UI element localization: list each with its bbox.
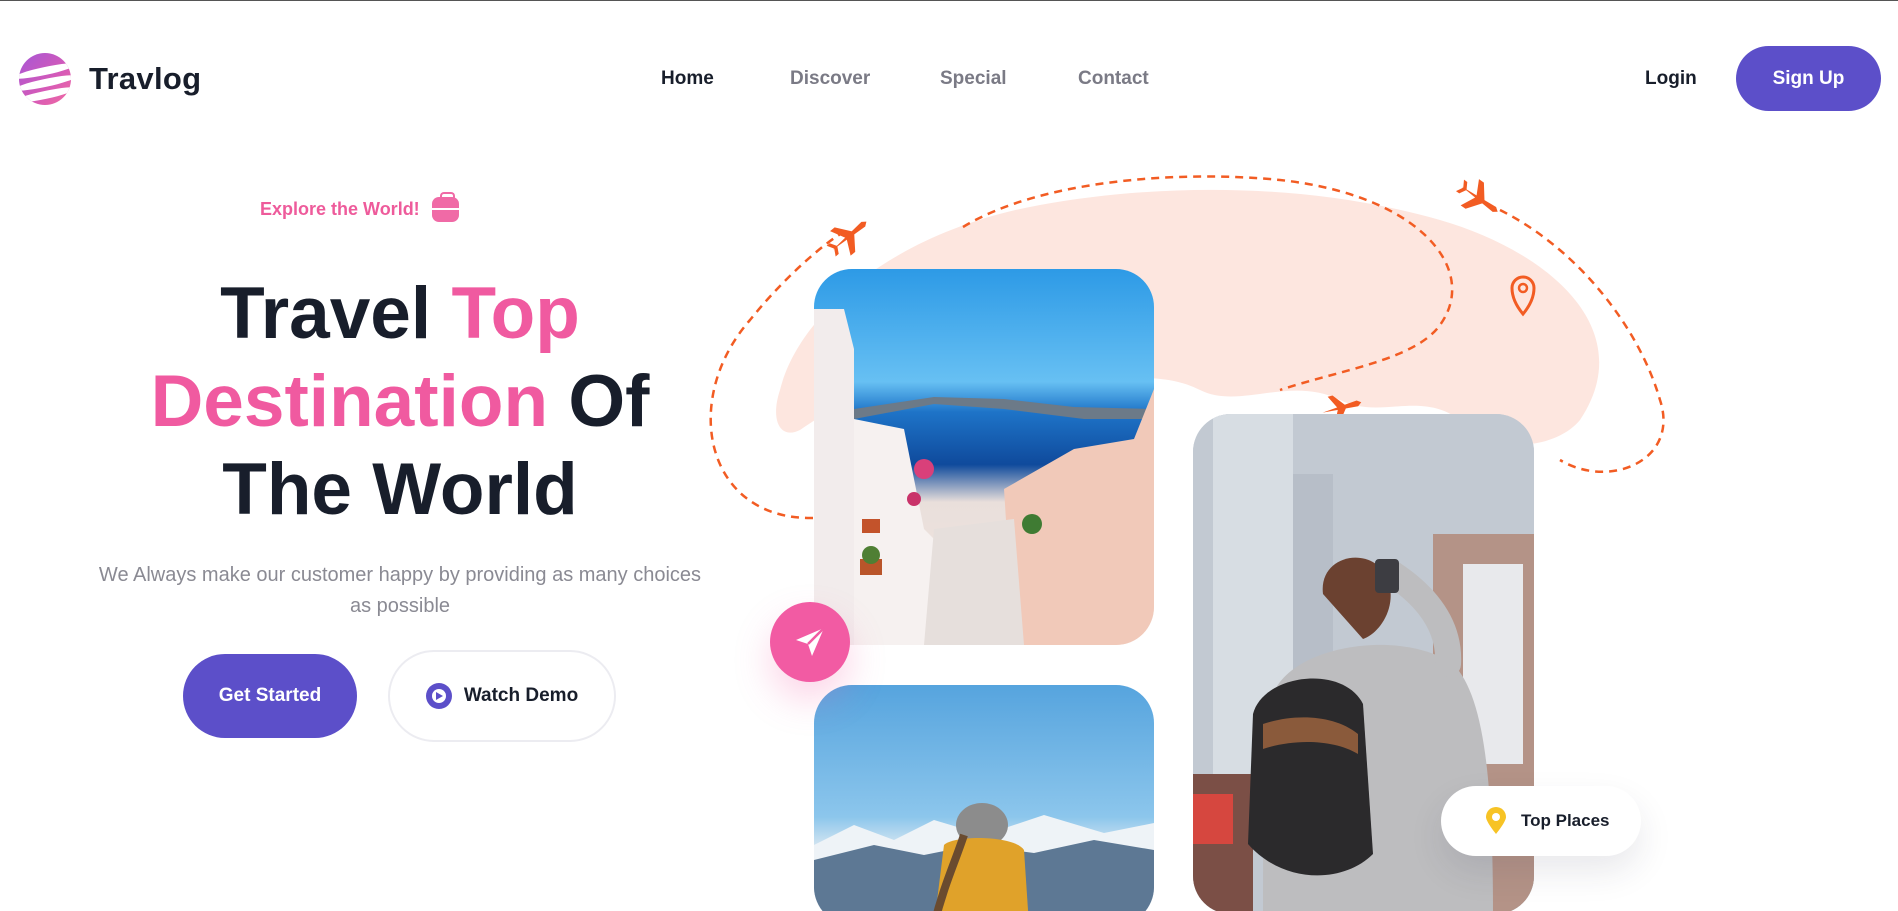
briefcase-icon: [431, 192, 459, 222]
paper-plane-icon: [796, 627, 825, 656]
watch-demo-label: Watch Demo: [463, 685, 579, 706]
headline-word-travel: Travel: [220, 273, 432, 354]
hero-tagline: Explore the World!: [260, 192, 459, 222]
top-places-label: Top Places: [1521, 811, 1610, 830]
hero-headline: Travel Top Destination Of The World: [100, 270, 700, 534]
headline-word-top: Top: [451, 273, 580, 354]
watch-demo-button[interactable]: Watch Demo: [388, 650, 616, 742]
nav-item-special[interactable]: Special: [940, 68, 1007, 90]
santorini-stairs-photo: [814, 269, 1154, 645]
tagline-text: Explore the World!: [260, 199, 420, 219]
send-button[interactable]: [770, 602, 850, 682]
top-places-badge[interactable]: Top Places: [1441, 786, 1641, 856]
location-pin-icon: [1486, 807, 1506, 834]
headline-word-destination: Destination: [150, 361, 549, 442]
airplane-icon: [1455, 179, 1498, 212]
hero-subtitle: We Always make our customer happy by pro…: [98, 564, 702, 617]
mountain-traveler-photo: [814, 685, 1154, 911]
airplane-icon: [826, 221, 867, 257]
mountain-illustration: [814, 803, 1154, 911]
nav-item-contact[interactable]: Contact: [1078, 68, 1149, 90]
sign-up-button[interactable]: Sign Up: [1736, 46, 1881, 111]
nav-item-home[interactable]: Home: [661, 68, 714, 90]
get-started-button[interactable]: Get Started: [183, 654, 357, 738]
nav-item-discover[interactable]: Discover: [790, 68, 870, 90]
login-link[interactable]: Login: [1645, 68, 1697, 90]
headline-word-of: Of: [568, 361, 650, 442]
headline-words-the-world: The World: [222, 449, 578, 530]
play-circle-icon: [425, 683, 452, 709]
main-nav: Home Discover Special Contact: [0, 68, 1898, 94]
window-top-border: [0, 0, 1898, 1]
santorini-illustration: [814, 309, 1154, 645]
